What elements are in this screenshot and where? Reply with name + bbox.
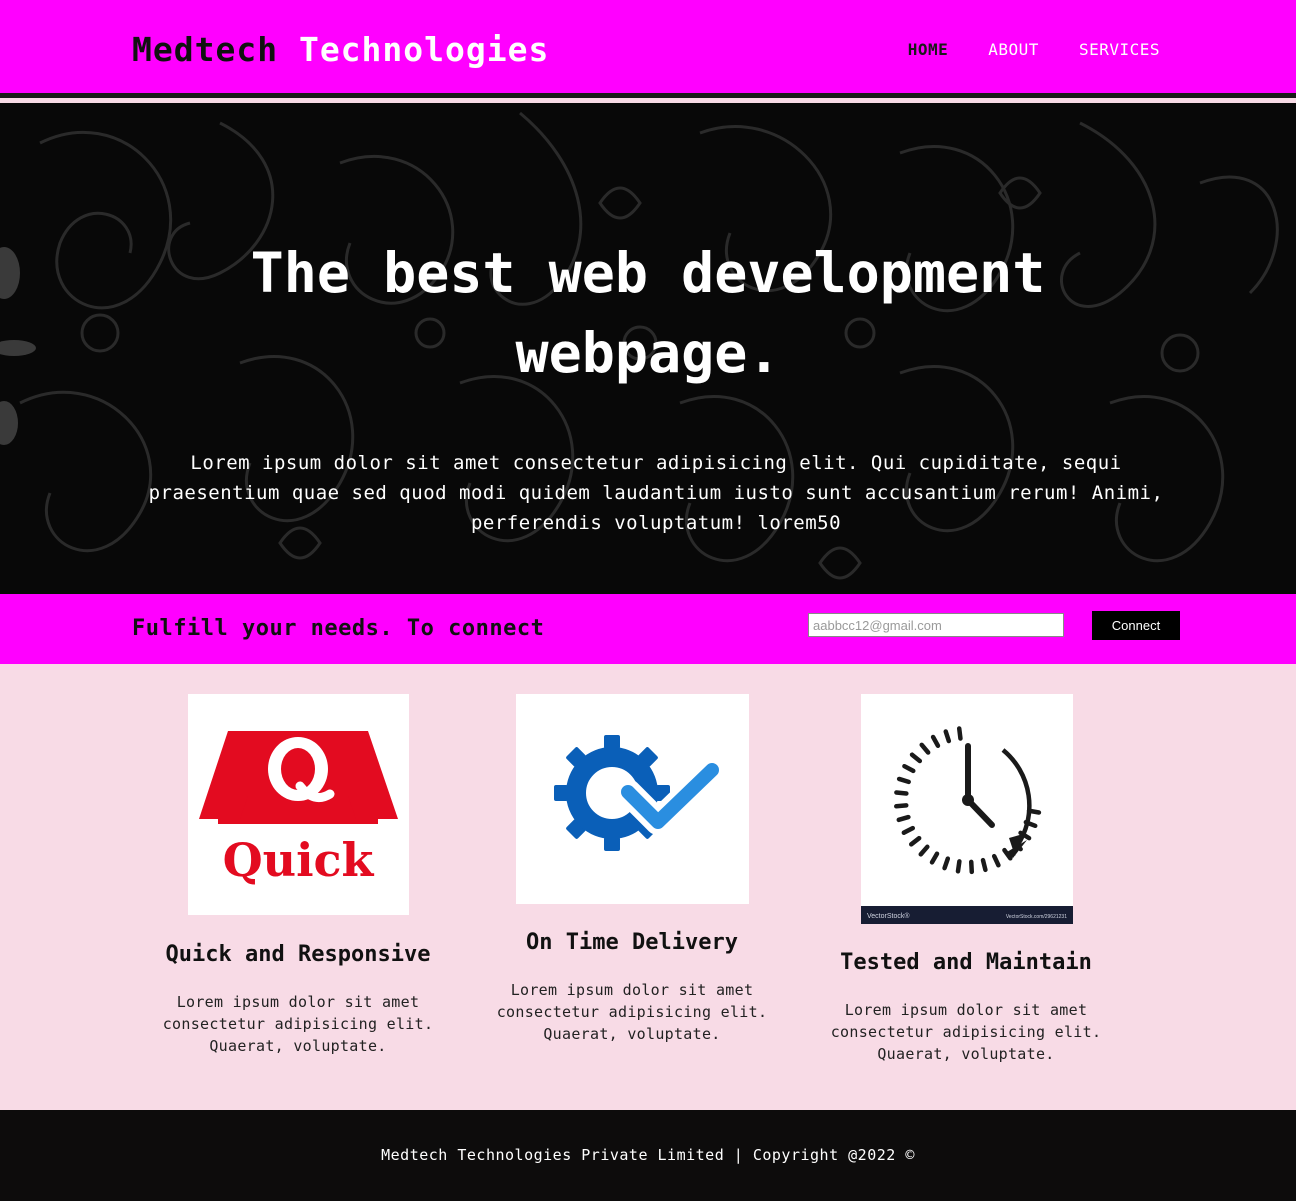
- connect-band: Fulfill your needs. To connect Connect: [0, 594, 1296, 664]
- brand-word-medtech: Medtech: [132, 30, 279, 69]
- site-footer: Medtech Technologies Private Limited | C…: [0, 1110, 1296, 1201]
- feature-title-delivery: On Time Delivery: [526, 930, 738, 955]
- delivery-logo-image: [516, 694, 749, 904]
- quick-logo-image: Quick: [188, 694, 409, 915]
- quick-logo-icon: Quick: [199, 731, 398, 887]
- clock-tick-mark: [901, 825, 916, 835]
- clock-tick-mark: [896, 776, 911, 785]
- connect-button[interactable]: Connect: [1092, 611, 1180, 640]
- clock-tick-mark: [943, 729, 952, 744]
- vectorstock-watermark: VectorStock®: [867, 912, 910, 920]
- clock-tick-mark: [980, 857, 988, 873]
- clock-tick-mark: [929, 851, 940, 865]
- clock-tick-mark: [902, 763, 916, 774]
- clock-logo-image: VectorStock® VectorStock.com/29621231: [861, 694, 1073, 924]
- connect-heading: Fulfill your needs. To connect: [132, 616, 545, 641]
- footer-copyright: Medtech Technologies Private Limited | C…: [381, 1146, 915, 1164]
- brand-word-technologies: Technologies: [278, 30, 550, 69]
- hero-title: The best web development webpage.: [250, 241, 1046, 385]
- hero-section: The best web development webpage. Lorem …: [0, 103, 1296, 594]
- vectorstock-id: VectorStock.com/29621231: [1006, 914, 1067, 920]
- clock-tick-mark: [918, 844, 930, 857]
- clock-tick-mark: [909, 835, 922, 847]
- clock-tick-mark: [919, 742, 931, 755]
- clock-tick-mark: [909, 752, 923, 764]
- feature-text-delivery: Lorem ipsum dolor sit amet consectetur a…: [496, 981, 768, 1043]
- feature-title-quick: Quick and Responsive: [165, 942, 431, 967]
- clock-tick-mark: [896, 814, 911, 823]
- quick-logo-word: Quick: [223, 833, 375, 887]
- feature-title-tested: Tested and Maintain: [840, 950, 1092, 975]
- gear-check-icon: [554, 735, 725, 851]
- nav-home-link[interactable]: HOME: [908, 40, 949, 59]
- hero-description: Lorem ipsum dolor sit amet consectetur a…: [148, 452, 1164, 534]
- brand-logo-text[interactable]: Medtech Technologies: [132, 30, 549, 69]
- clock-icon: VectorStock® VectorStock.com/29621231: [861, 726, 1073, 924]
- clock-tick-mark: [968, 859, 975, 875]
- clock-tick-mark: [894, 790, 909, 796]
- clock-tick-mark: [942, 856, 951, 871]
- nav-about-link[interactable]: ABOUT: [988, 40, 1039, 59]
- nav-services-link[interactable]: SERVICES: [1079, 40, 1160, 59]
- site-header: Medtech Technologies HOME ABOUT SERVICES: [0, 0, 1296, 98]
- email-input[interactable]: [808, 613, 1064, 637]
- feature-text-tested: Lorem ipsum dolor sit amet consectetur a…: [830, 1001, 1102, 1063]
- clock-tick-mark: [894, 803, 909, 809]
- main-nav: HOME ABOUT SERVICES: [908, 40, 1160, 59]
- clock-tick-mark: [991, 853, 1001, 868]
- feature-text-quick: Lorem ipsum dolor sit amet consectetur a…: [162, 993, 434, 1055]
- clock-tick-mark: [930, 734, 941, 749]
- clock-tick-mark: [955, 859, 962, 874]
- clock-tick-mark: [956, 726, 963, 741]
